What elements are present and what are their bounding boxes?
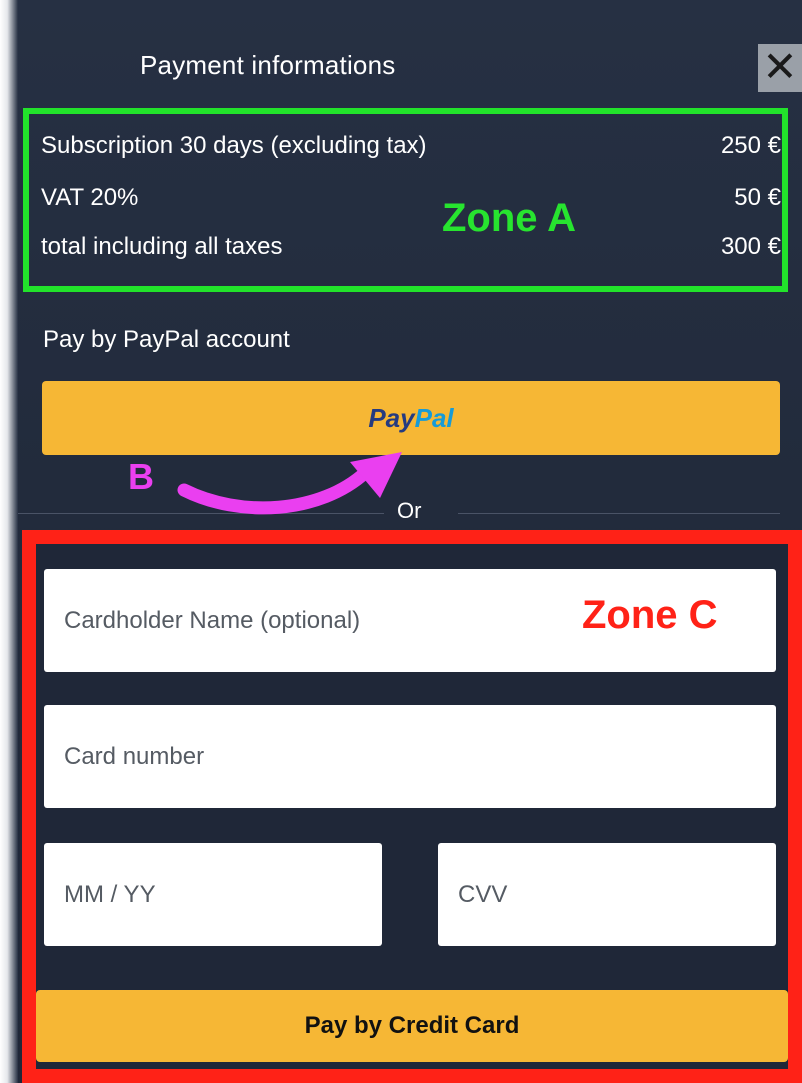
paypal-logo-pal: Pal	[414, 403, 454, 433]
background-edge	[0, 0, 18, 1083]
divider-right	[458, 513, 780, 514]
close-icon: ✕	[762, 42, 798, 91]
payment-modal: Payment informations ✕ Subscription 30 d…	[0, 0, 802, 1083]
pay-by-credit-card-button[interactable]: Pay by Credit Card	[36, 990, 788, 1062]
price-label: Subscription 30 days (excluding tax)	[41, 132, 427, 159]
price-label: VAT 20%	[41, 184, 139, 211]
price-amount: 50 €	[734, 184, 781, 211]
paypal-logo: PayPal	[42, 403, 780, 434]
paypal-button[interactable]: PayPal	[42, 381, 780, 455]
card-number-field[interactable]	[44, 705, 776, 808]
expiry-field[interactable]	[44, 843, 382, 946]
price-label: total including all taxes	[41, 233, 283, 260]
zone-a-label: Zone A	[442, 196, 577, 240]
expiry-input[interactable]	[44, 843, 382, 946]
cvv-input[interactable]	[438, 843, 776, 946]
paypal-logo-pay: Pay	[368, 403, 415, 433]
zone-c-label: Zone C	[582, 593, 718, 637]
modal-title: Payment informations	[140, 50, 396, 80]
price-row-subscription: Subscription 30 days (excluding tax) 250…	[41, 132, 781, 160]
card-number-input[interactable]	[44, 705, 776, 808]
paypal-heading: Pay by PayPal account	[43, 326, 290, 353]
close-button[interactable]: ✕	[758, 44, 802, 92]
price-amount: 250 €	[720, 132, 781, 159]
price-row-vat: VAT 20% 50 €	[41, 184, 781, 212]
annotation-arrow-icon	[177, 452, 402, 515]
cvv-field[interactable]	[438, 843, 776, 946]
price-row-total: total including all taxes 300 €	[41, 233, 781, 261]
annotation-b-label: B	[128, 456, 154, 497]
price-amount: 300 €	[720, 233, 781, 260]
